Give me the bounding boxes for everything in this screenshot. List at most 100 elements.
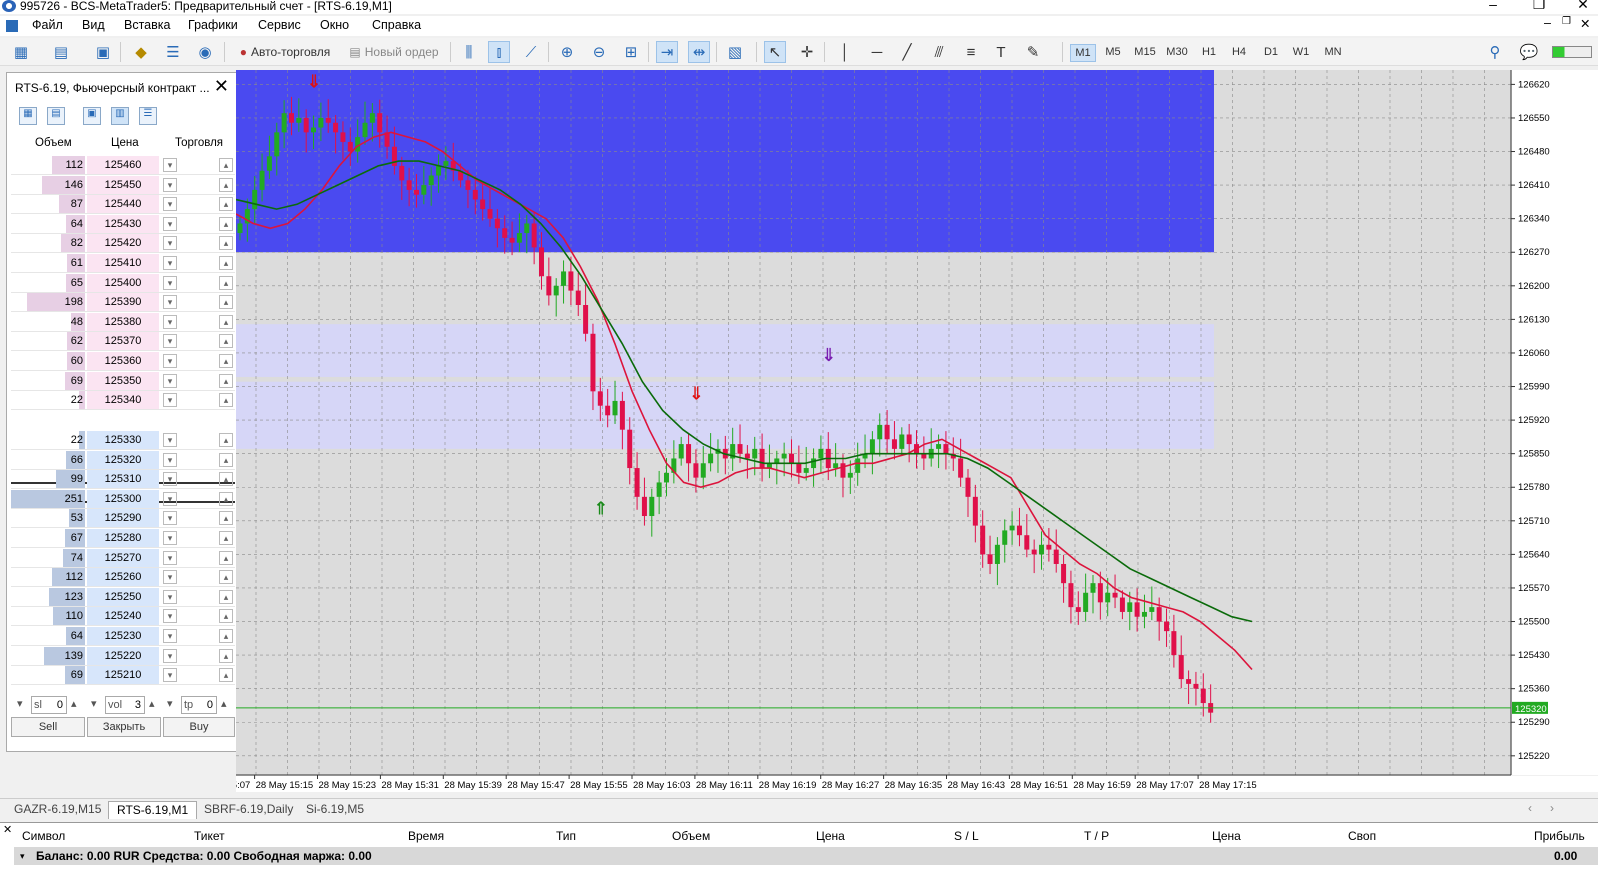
dom-price-cell[interactable]: 125290 (87, 509, 159, 528)
ask-row[interactable]: 82 125420 ▾ ▴ (11, 234, 235, 254)
order-dropdown-icon[interactable]: ▾ (163, 531, 177, 545)
tp-down-icon[interactable]: ▾ (165, 696, 179, 714)
tabs-scroll-right-icon[interactable]: › (1550, 801, 1554, 815)
tab-rts[interactable]: RTS-6.19,M1 (108, 801, 198, 819)
sl-up-icon[interactable]: ▴ (69, 696, 83, 714)
bar-chart-icon[interactable]: ⫼ (458, 41, 480, 63)
dom-price-cell[interactable]: 125380 (87, 312, 159, 331)
order-up-icon[interactable]: ▴ (219, 158, 233, 172)
sell-button[interactable]: Sell (11, 717, 85, 737)
dom-close-icon[interactable]: ✕ (214, 76, 229, 97)
timeframe-m30[interactable]: M30 (1164, 44, 1190, 62)
ask-row[interactable]: 60 125360 ▾ ▴ (11, 352, 235, 371)
order-up-icon[interactable]: ▴ (219, 256, 233, 270)
fibonacci-icon[interactable]: ≡ (960, 41, 982, 63)
order-up-icon[interactable]: ▴ (219, 236, 233, 251)
child-close-button[interactable]: ✕ (1580, 16, 1590, 31)
horizontal-line-icon[interactable]: ─ (866, 41, 888, 63)
dom-price-cell[interactable]: 125320 (87, 450, 159, 469)
order-up-icon[interactable]: ▴ (219, 334, 233, 349)
col-time[interactable]: Время (408, 829, 444, 843)
order-dropdown-icon[interactable]: ▾ (163, 393, 177, 408)
child-minimize-button[interactable]: – (1544, 16, 1551, 30)
order-up-icon[interactable]: ▴ (219, 314, 233, 329)
vol-up-icon[interactable]: ▴ (147, 696, 161, 714)
bid-row[interactable]: 74 125270 ▾ ▴ (11, 548, 235, 568)
timeframe-mn[interactable]: MN (1320, 44, 1346, 62)
ask-row[interactable]: 87 125440 ▾ ▴ (11, 195, 235, 215)
dom-price-cell[interactable]: 125450 (87, 175, 159, 194)
order-dropdown-icon[interactable]: ▾ (163, 197, 177, 212)
signals-icon[interactable]: ◉ (194, 41, 216, 63)
order-dropdown-icon[interactable]: ▾ (163, 256, 177, 270)
order-dropdown-icon[interactable]: ▾ (163, 314, 177, 329)
bid-row[interactable]: 99 125310 ▾ ▴ (11, 470, 235, 490)
order-dropdown-icon[interactable]: ▾ (163, 472, 177, 487)
market-watch-icon[interactable]: ▣ (92, 41, 114, 63)
order-dropdown-icon[interactable]: ▾ (163, 452, 177, 467)
bid-row[interactable]: 64 125230 ▾ ▴ (11, 627, 235, 646)
dom-price-cell[interactable]: 125370 (87, 332, 159, 351)
tab-gazr[interactable]: GAZR-6.19,M15 (6, 801, 109, 819)
col-tp[interactable]: T / P (1084, 829, 1109, 843)
order-up-icon[interactable]: ▴ (219, 668, 233, 683)
order-dropdown-icon[interactable]: ▾ (163, 589, 177, 604)
tp-field[interactable]: tp 0 (181, 696, 217, 714)
order-up-icon[interactable]: ▴ (219, 472, 233, 487)
ask-row[interactable]: 65 125400 ▾ ▴ (11, 273, 235, 293)
order-dropdown-icon[interactable]: ▾ (163, 295, 177, 310)
chart-shift-icon[interactable]: ⇹ (688, 41, 710, 63)
dom-ladder-icon[interactable]: ▥ (111, 107, 129, 125)
ask-row[interactable]: 48 125380 ▾ ▴ (11, 312, 235, 332)
order-dropdown-icon[interactable]: ▾ (163, 570, 177, 585)
order-up-icon[interactable]: ▴ (219, 216, 233, 231)
order-dropdown-icon[interactable]: ▾ (163, 158, 177, 172)
bid-row[interactable]: 251 125300 ▾ ▴ (11, 489, 235, 509)
line-chart-icon[interactable]: ⟋ (520, 41, 542, 63)
order-up-icon[interactable]: ▴ (219, 275, 233, 290)
col-sl[interactable]: S / L (954, 829, 979, 843)
col-swap[interactable]: Своп (1348, 829, 1376, 843)
col-current-price[interactable]: Цена (1212, 829, 1241, 843)
order-dropdown-icon[interactable]: ▾ (163, 550, 177, 565)
order-dropdown-icon[interactable]: ▾ (163, 511, 177, 526)
bid-row[interactable]: 112 125260 ▾ ▴ (11, 568, 235, 588)
menu-view[interactable]: Вид (82, 18, 105, 32)
close-position-button[interactable]: Закрыть (87, 717, 161, 737)
col-type[interactable]: Тип (556, 829, 576, 843)
order-dropdown-icon[interactable]: ▾ (163, 177, 177, 192)
order-up-icon[interactable]: ▴ (219, 393, 233, 408)
balance-row[interactable]: ▾ Баланс: 0.00 RUR Средства: 0.00 Свобод… (14, 847, 1598, 865)
dom-price-cell[interactable]: 125280 (87, 529, 159, 547)
volume-field[interactable]: vol 3 (105, 696, 145, 714)
timeframe-h1[interactable]: H1 (1196, 44, 1222, 62)
dom-price-cell[interactable]: 125410 (87, 254, 159, 272)
order-dropdown-icon[interactable]: ▾ (163, 334, 177, 349)
bid-row[interactable]: 67 125280 ▾ ▴ (11, 529, 235, 548)
ask-row[interactable]: 64 125430 ▾ ▴ (11, 214, 235, 234)
timeframe-m5[interactable]: M5 (1100, 44, 1126, 62)
order-up-icon[interactable]: ▴ (219, 177, 233, 192)
dom-price-cell[interactable]: 125430 (87, 214, 159, 233)
order-up-icon[interactable]: ▴ (219, 373, 233, 388)
zoom-out-icon[interactable]: ⊖ (588, 41, 610, 63)
order-dropdown-icon[interactable]: ▾ (163, 629, 177, 643)
order-up-icon[interactable]: ▴ (219, 491, 233, 506)
bid-row[interactable]: 110 125240 ▾ ▴ (11, 607, 235, 627)
dom-price-cell[interactable]: 125300 (87, 489, 159, 508)
timeframe-m15[interactable]: M15 (1132, 44, 1158, 62)
bid-row[interactable]: 123 125250 ▾ ▴ (11, 587, 235, 607)
col-price[interactable]: Цена (816, 829, 845, 843)
dom-price-cell[interactable]: 125390 (87, 293, 159, 312)
new-chart-icon[interactable]: ▦ (10, 41, 32, 63)
bid-row[interactable]: 69 125210 ▾ ▴ (11, 666, 235, 686)
toolbox-close-icon[interactable]: ✕ (3, 823, 12, 836)
dom-price-cell[interactable]: 125440 (87, 195, 159, 214)
ask-row[interactable]: 198 125390 ▾ ▴ (11, 293, 235, 313)
order-dropdown-icon[interactable]: ▾ (163, 609, 177, 624)
dom-price-cell[interactable]: 125310 (87, 470, 159, 489)
order-dropdown-icon[interactable]: ▾ (163, 648, 177, 663)
ask-row[interactable]: 69 125350 ▾ ▴ (11, 371, 235, 391)
child-restore-button[interactable]: ❐ (1562, 16, 1571, 27)
timeframe-h4[interactable]: H4 (1226, 44, 1252, 62)
